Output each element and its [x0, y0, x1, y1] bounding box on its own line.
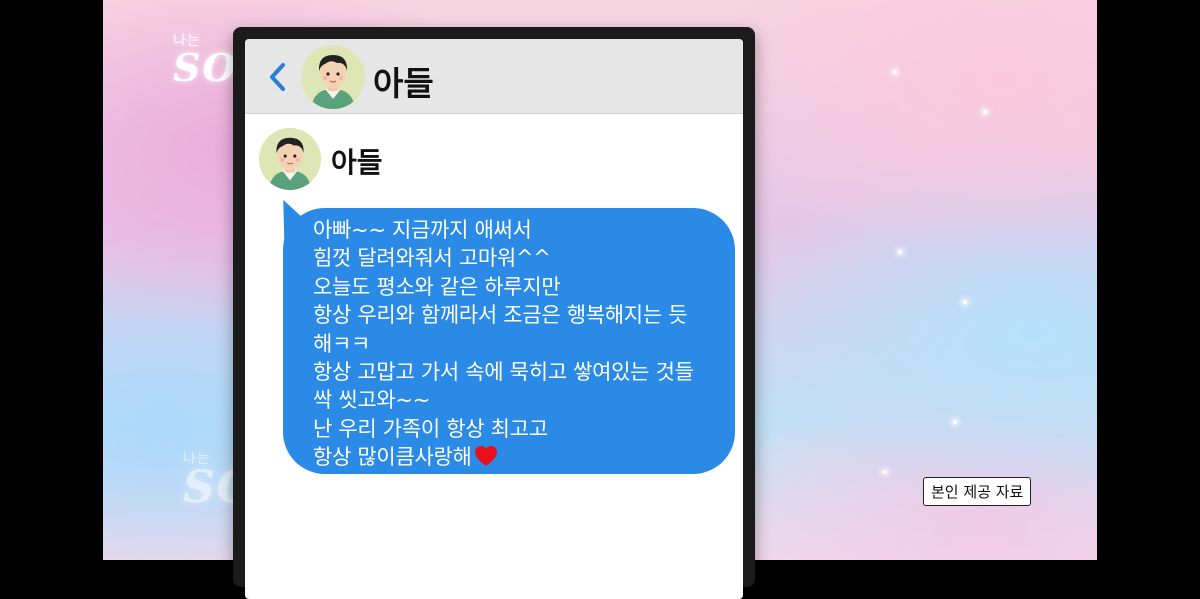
- sparkle: [963, 300, 967, 304]
- chevron-left-icon: [270, 63, 285, 91]
- sparkle: [953, 420, 957, 424]
- sparkle: [898, 250, 902, 254]
- message-line-last: 항상 많이큼사랑해: [313, 443, 715, 471]
- sparkle: [983, 110, 987, 114]
- avatar[interactable]: [301, 45, 365, 109]
- phone-frame: 아들 아들 아빠~~ 지금까지 애써서 힘껏 달려와줘서 고마워^^ 오늘도 평…: [233, 27, 755, 599]
- contact-name-header: 아들: [373, 64, 434, 103]
- message-line: 해ㅋㅋ: [313, 331, 371, 356]
- message-line-text: 항상 많이큼사랑해: [313, 445, 472, 470]
- message-line: 싹 씻고와~~: [313, 388, 431, 413]
- message-line: 힘껏 달려와줘서 고마워^^: [313, 246, 551, 271]
- sender-avatar[interactable]: [259, 128, 321, 190]
- boy-avatar-icon: [301, 45, 365, 109]
- message-line: 항상 고맙고 가서 속에 묵히고 쌓여있는 것들: [313, 360, 694, 385]
- message-line: 아빠~~ 지금까지 애써서: [313, 218, 532, 242]
- phone-screen: 아들 아들 아빠~~ 지금까지 애써서 힘껏 달려와줘서 고마워^^ 오늘도 평…: [245, 39, 743, 599]
- message-line: 오늘도 평소와 같은 하루지만: [313, 274, 561, 299]
- sender-name: 아들: [331, 146, 383, 179]
- message-line: 항상 우리와 함께라서 조금은 행복해지는 듯: [313, 303, 688, 328]
- message-bubble[interactable]: 아빠~~ 지금까지 애써서 힘껏 달려와줘서 고마워^^ 오늘도 평소와 같은 …: [283, 208, 735, 474]
- heart-icon: [474, 446, 497, 467]
- source-caption: 본인 제공 자료: [923, 477, 1032, 506]
- chat-header: 아들: [245, 39, 743, 114]
- message-line: 난 우리 가족이 항상 최고고: [313, 416, 548, 441]
- sparkle: [893, 70, 897, 74]
- boy-avatar-icon: [259, 128, 321, 190]
- back-button[interactable]: [263, 57, 293, 97]
- sparkle: [883, 470, 887, 474]
